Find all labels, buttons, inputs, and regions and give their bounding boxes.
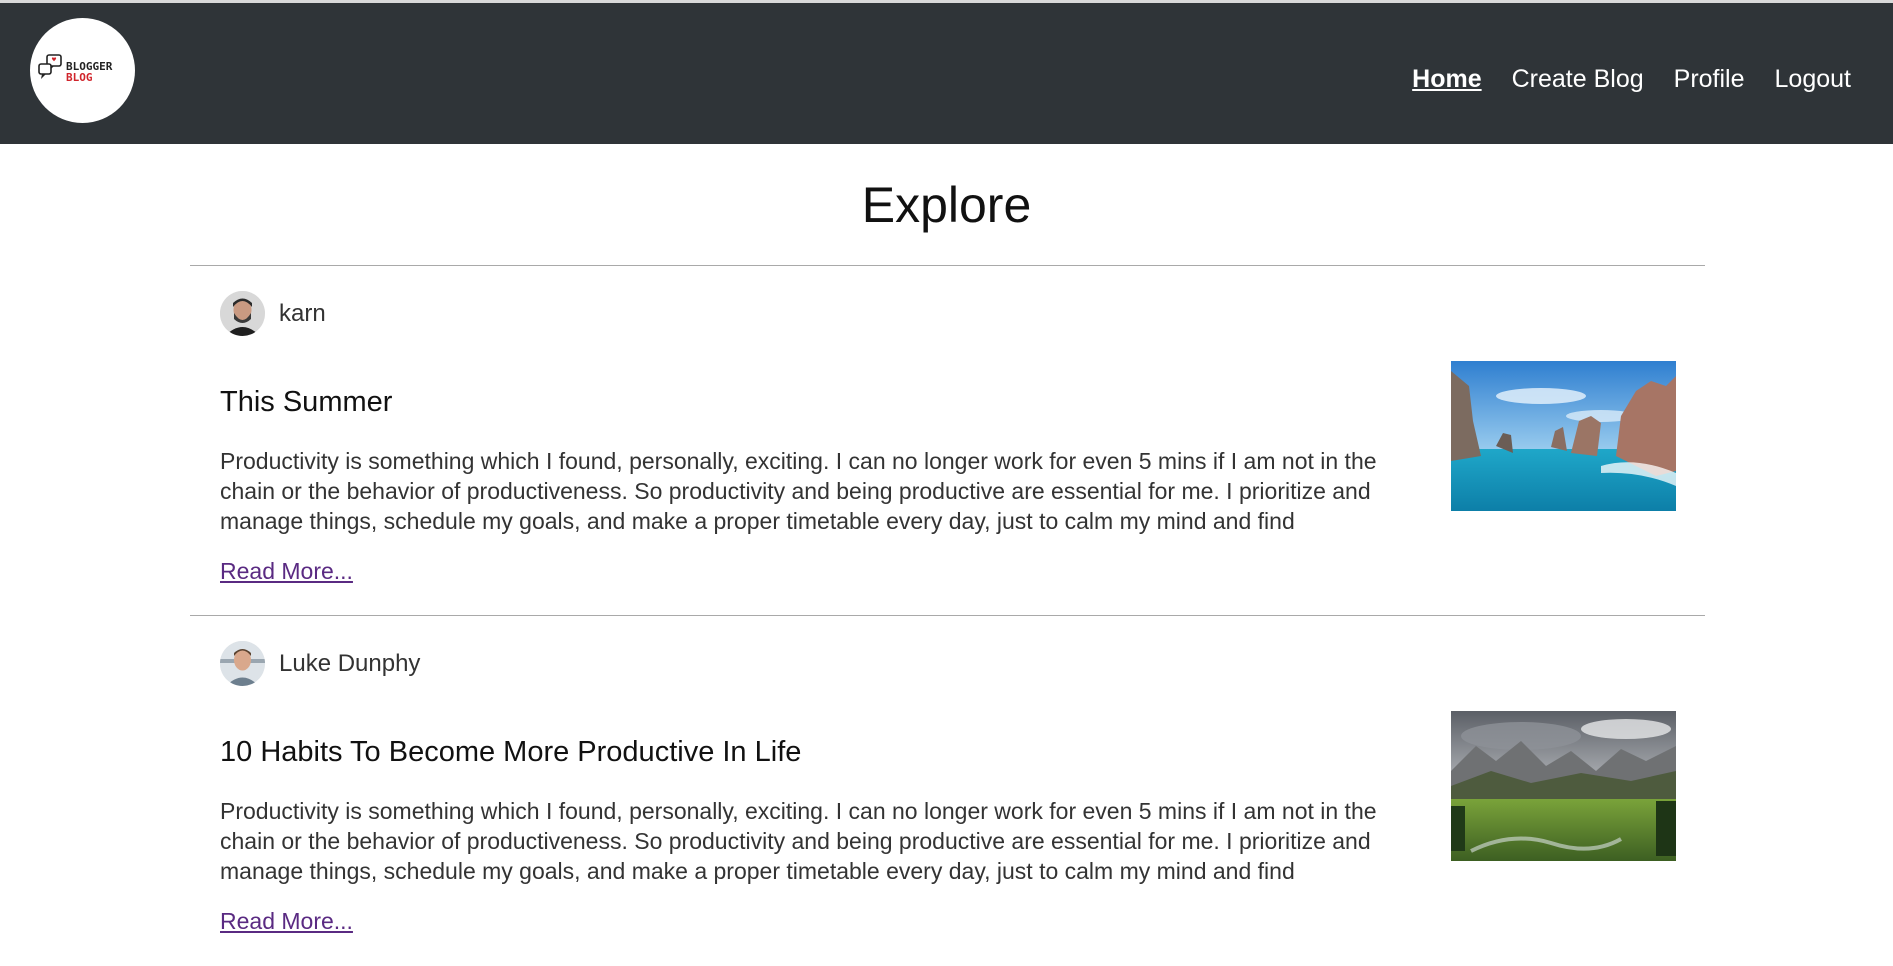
author-avatar: [220, 291, 265, 336]
author-name: karn: [279, 299, 326, 327]
logo-text-blog: BLOG: [66, 71, 93, 84]
blog-post-card: Luke Dunphy 10 Habits To Become More Pro…: [190, 616, 1705, 966]
post-excerpt: Productivity is something which I found,…: [220, 448, 1377, 534]
read-more-link[interactable]: Read More...: [220, 908, 353, 935]
nav-create-blog-link[interactable]: Create Blog: [1512, 65, 1644, 94]
post-author[interactable]: karn: [220, 291, 326, 336]
author-name: Luke Dunphy: [279, 649, 421, 677]
site-logo[interactable]: BLOGGER BLOG: [30, 18, 135, 123]
nav-logout-link[interactable]: Logout: [1775, 65, 1851, 94]
page-title: Explore: [861, 177, 1032, 233]
post-title[interactable]: This Summer: [220, 386, 392, 419]
post-thumbnail-image[interactable]: [1451, 711, 1676, 861]
post-author[interactable]: Luke Dunphy: [220, 641, 420, 686]
navbar: BLOGGER BLOG Home Create Blog Profile Lo…: [0, 3, 1893, 144]
main-nav: Home Create Blog Profile Logout: [1382, 65, 1851, 94]
chat-bubbles-icon: [38, 54, 62, 79]
author-avatar: [220, 641, 265, 686]
nav-profile-link[interactable]: Profile: [1674, 65, 1745, 94]
post-thumbnail-image[interactable]: [1451, 361, 1676, 511]
blog-post-card: karn This Summer Productivity is somethi…: [190, 266, 1705, 616]
nav-home-link[interactable]: Home: [1412, 65, 1481, 94]
read-more-link[interactable]: Read More...: [220, 558, 353, 585]
post-title[interactable]: 10 Habits To Become More Productive In L…: [220, 736, 801, 769]
post-excerpt: Productivity is something which I found,…: [220, 798, 1377, 884]
